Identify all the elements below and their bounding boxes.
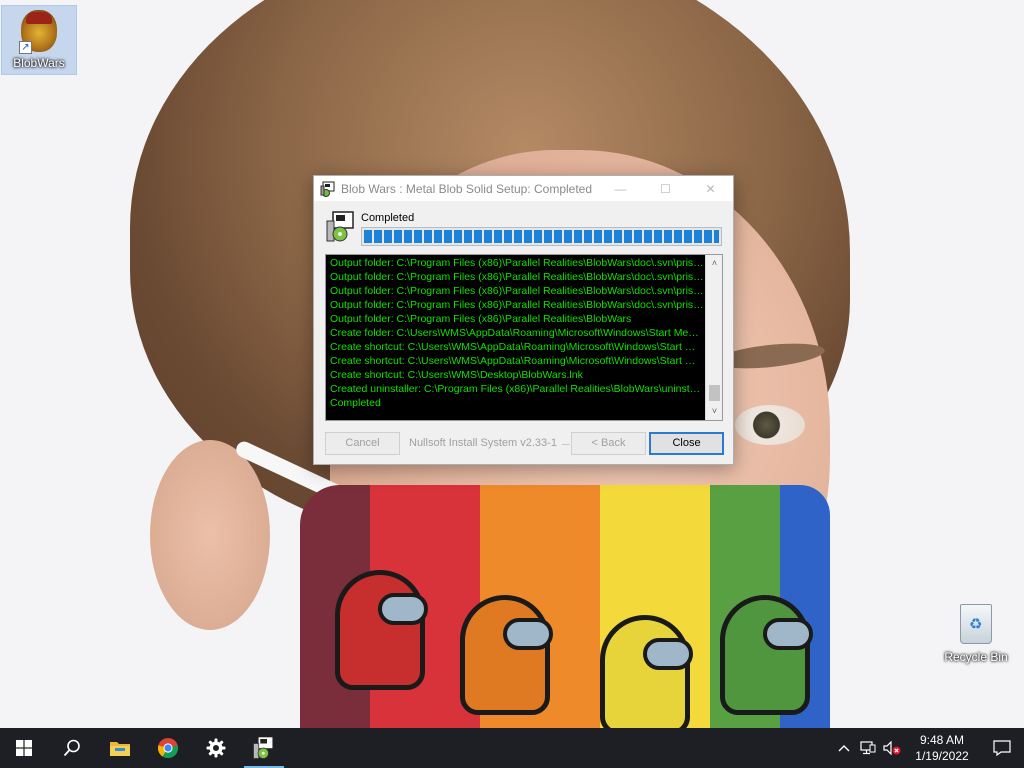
- wallpaper-crewmate: [720, 595, 813, 715]
- gear-icon: [206, 738, 226, 758]
- chevron-up-icon: [838, 745, 850, 752]
- notification-icon: [993, 740, 1011, 756]
- wallpaper-eye: [735, 405, 805, 445]
- log-line: Output folder: C:\Program Files (x86)\Pa…: [330, 271, 704, 283]
- blobwars-game-icon: ↗: [17, 10, 61, 54]
- maximize-icon: ☐: [660, 181, 671, 196]
- volume-muted-icon: [883, 741, 901, 755]
- log-scrollbar[interactable]: ˄ ˅: [705, 255, 722, 420]
- progress-bar: [361, 227, 722, 246]
- desktop: ↗ BlobWars ♻ Recycle Bin Blob Wars : Met…: [0, 0, 1024, 728]
- install-log[interactable]: Output folder: C:\Program Files (x86)\Pa…: [325, 254, 723, 421]
- file-explorer-button[interactable]: [96, 728, 144, 768]
- title-bar[interactable]: Blob Wars : Metal Blob Solid Setup: Comp…: [314, 176, 733, 201]
- search-button[interactable]: [48, 728, 96, 768]
- installer-taskbar-button[interactable]: [240, 728, 288, 768]
- cancel-button: Cancel: [325, 432, 400, 455]
- log-line: Create folder: C:\Users\WMS\AppData\Roam…: [330, 327, 704, 339]
- network-icon: [860, 741, 876, 755]
- windows-logo-icon: [16, 740, 32, 756]
- desktop-icon-label: Recycle Bin: [944, 650, 1008, 664]
- close-button[interactable]: Close: [649, 432, 724, 455]
- log-line: Output folder: C:\Program Files (x86)\Pa…: [330, 313, 632, 325]
- maximize-button: ☐: [643, 176, 688, 201]
- status-area: Completed: [325, 211, 722, 247]
- scroll-up-icon[interactable]: ˄: [706, 255, 722, 272]
- desktop-icon-label: BlobWars: [13, 56, 65, 70]
- folder-icon: [110, 742, 130, 756]
- scroll-down-icon[interactable]: ˅: [706, 403, 722, 420]
- branding-divider: [562, 444, 570, 445]
- wallpaper-crewmate: [600, 615, 693, 728]
- wallpaper-ear: [150, 440, 270, 630]
- progress-fill: [364, 230, 719, 243]
- wallpaper-crewmate: [335, 570, 428, 690]
- taskbar: 9:48 AM 1/19/2022: [0, 728, 1024, 768]
- scroll-thumb[interactable]: [709, 385, 720, 401]
- log-line: Created uninstaller: C:\Program Files (x…: [330, 383, 704, 395]
- log-line: Output folder: C:\Program Files (x86)\Pa…: [330, 285, 704, 297]
- status-label: Completed: [361, 212, 415, 224]
- log-line: Create shortcut: C:\Users\WMS\AppData\Ro…: [330, 355, 704, 367]
- back-button: < Back: [571, 432, 646, 455]
- log-line: Output folder: C:\Program Files (x86)\Pa…: [330, 299, 704, 311]
- system-tray: 9:48 AM 1/19/2022: [832, 728, 1024, 768]
- close-icon: ✕: [705, 181, 716, 196]
- wallpaper-crewmate: [460, 595, 553, 715]
- installer-icon: [253, 736, 274, 759]
- installer-icon: [326, 211, 354, 242]
- search-icon: [63, 739, 80, 757]
- log-lines: Output folder: C:\Program Files (x86)\Pa…: [330, 256, 704, 410]
- wallpaper-mask: [300, 485, 830, 728]
- log-line: Output folder: C:\Program Files (x86)\Pa…: [330, 257, 704, 269]
- clock-time: 9:48 AM: [919, 733, 965, 747]
- clock-date: 1/19/2022: [915, 749, 969, 763]
- minimize-button[interactable]: —: [598, 176, 643, 201]
- chrome-button[interactable]: [144, 728, 192, 768]
- log-line: Create shortcut: C:\Users\WMS\AppData\Ro…: [330, 341, 704, 353]
- chrome-icon: [157, 738, 179, 759]
- settings-button[interactable]: [192, 728, 240, 768]
- installer-window: Blob Wars : Metal Blob Solid Setup: Comp…: [313, 175, 734, 465]
- shortcut-arrow-icon: ↗: [19, 41, 32, 54]
- show-hidden-icons-button[interactable]: [832, 728, 856, 768]
- clock[interactable]: 9:48 AM 1/19/2022: [904, 732, 980, 764]
- recycle-bin-icon: ♻: [954, 604, 998, 648]
- close-window-button: ✕: [688, 176, 733, 201]
- window-title: Blob Wars : Metal Blob Solid Setup: Comp…: [341, 181, 593, 196]
- minimize-icon: —: [614, 181, 627, 196]
- volume-button[interactable]: [880, 728, 904, 768]
- desktop-icon-recycle-bin[interactable]: ♻ Recycle Bin: [938, 600, 1014, 670]
- branding-text: Nullsoft Install System v2.33-1: [409, 437, 557, 449]
- notifications-button[interactable]: [980, 728, 1024, 768]
- log-line: Create shortcut: C:\Users\WMS\Desktop\Bl…: [330, 369, 583, 381]
- log-line: Completed: [330, 397, 381, 409]
- desktop-icon-blobwars[interactable]: ↗ BlobWars: [1, 5, 77, 75]
- start-button[interactable]: [0, 728, 48, 768]
- network-button[interactable]: [856, 728, 880, 768]
- installer-icon: [320, 181, 335, 197]
